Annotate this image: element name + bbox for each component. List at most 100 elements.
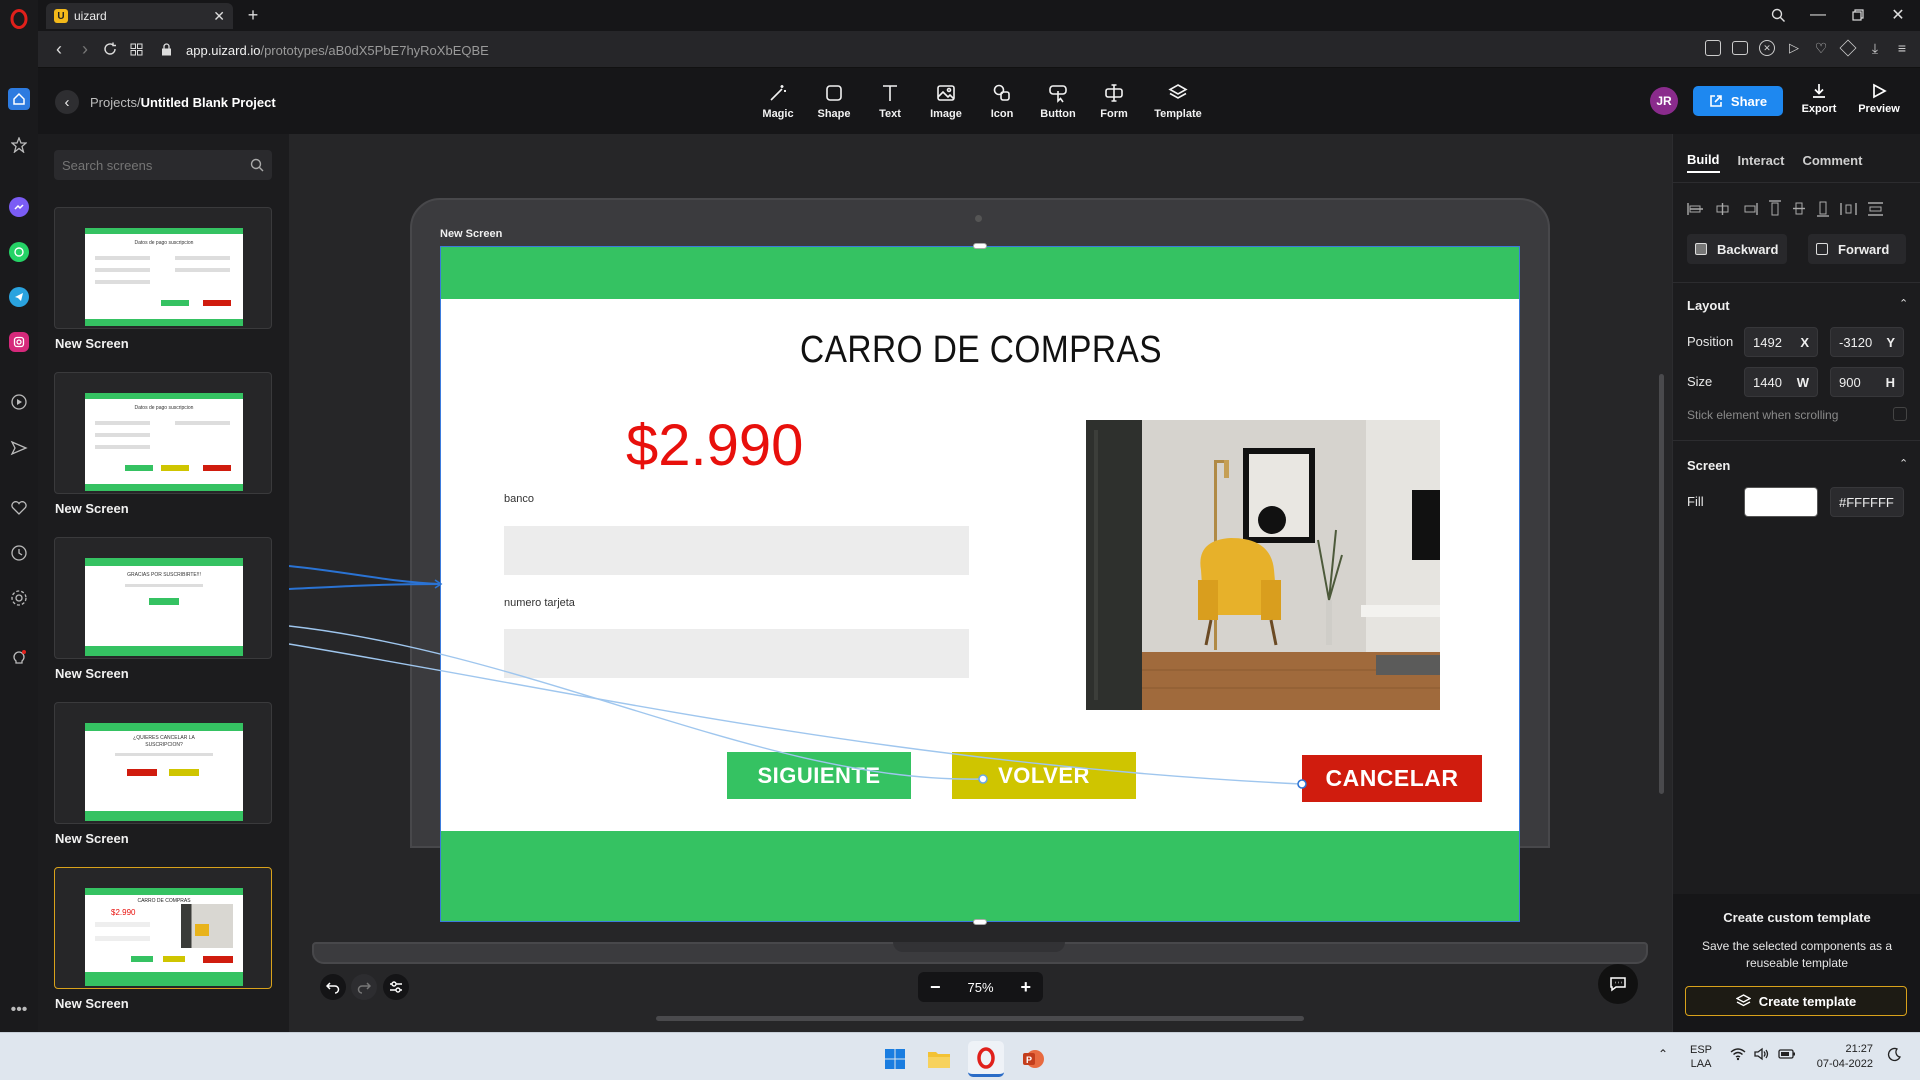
align-center-h-icon[interactable] <box>1714 202 1731 216</box>
opera-logo-icon[interactable] <box>8 8 30 30</box>
vertical-scrollbar[interactable] <box>1659 374 1664 794</box>
align-bottom-icon[interactable] <box>1816 200 1830 217</box>
tab-build[interactable]: Build <box>1687 152 1720 173</box>
bring-forward-button[interactable]: Forward <box>1808 234 1906 264</box>
language-indicator[interactable]: ESP LAA <box>1690 1043 1712 1071</box>
screen-thumbnail[interactable]: Datos de pago suscripcion <box>54 372 272 494</box>
bank-label[interactable]: banco <box>504 493 534 505</box>
share-button[interactable]: Share <box>1693 86 1783 116</box>
collapse-layout-icon[interactable]: ⌃ <box>1899 297 1908 310</box>
powerpoint-icon[interactable]: P <box>1018 1044 1048 1074</box>
opera-taskbar-icon[interactable] <box>968 1041 1004 1077</box>
extensions-cube-icon[interactable] <box>1839 39 1857 57</box>
tool-text[interactable]: Text <box>862 82 918 120</box>
export-button[interactable]: Export <box>1796 82 1842 115</box>
tray-chevron-icon[interactable]: ⌃ <box>1658 1047 1668 1061</box>
system-tray[interactable] <box>1730 1047 1796 1061</box>
zoom-in-icon[interactable]: + <box>1020 977 1031 998</box>
file-explorer-icon[interactable] <box>924 1044 954 1074</box>
frame-label[interactable]: New Screen <box>440 228 502 240</box>
screen-title[interactable]: CARRO DE COMPRAS <box>506 329 1456 372</box>
collapse-screen-icon[interactable]: ⌃ <box>1899 457 1908 470</box>
distribute-v-icon[interactable] <box>1867 201 1884 216</box>
minimize-icon[interactable]: — <box>1808 5 1828 25</box>
distribute-h-icon[interactable] <box>1840 202 1857 216</box>
project-name[interactable]: Untitled Blank Project <box>141 95 276 110</box>
history-icon[interactable] <box>9 543 29 563</box>
tool-template[interactable]: Template <box>1142 82 1214 120</box>
send-backward-button[interactable]: Backward <box>1687 234 1787 264</box>
next-button[interactable]: SIGUIENTE <box>727 752 911 799</box>
cancel-button[interactable]: CANCELAR <box>1302 755 1482 802</box>
tab-interact[interactable]: Interact <box>1738 153 1785 172</box>
back-to-projects-button[interactable]: ‹ <box>55 90 79 114</box>
align-right-icon[interactable] <box>1741 202 1758 216</box>
size-w-field[interactable]: 1440 W <box>1744 367 1818 397</box>
more-icon[interactable]: ••• <box>9 1001 29 1018</box>
settings-icon[interactable] <box>9 588 29 608</box>
screen-artboard[interactable]: CARRO DE COMPRAS $2.990 banco numero tar… <box>440 246 1520 922</box>
position-x-field[interactable]: 1492 X <box>1744 327 1818 357</box>
tabs-grid-icon[interactable] <box>127 40 145 58</box>
zoom-level[interactable]: 75% <box>967 980 993 995</box>
screen-thumbnail[interactable]: Datos de pago suscripcion <box>54 207 272 329</box>
close-tab-icon[interactable]: ✕ <box>213 8 225 25</box>
tab-search-icon[interactable] <box>1768 5 1788 25</box>
speed-dial-icon[interactable] <box>8 134 30 156</box>
card-number-input[interactable] <box>504 629 969 678</box>
reload-icon[interactable] <box>101 40 119 58</box>
heart-icon[interactable] <box>9 498 29 518</box>
bank-input[interactable] <box>504 526 969 575</box>
tool-icon[interactable]: Icon <box>974 82 1030 120</box>
screen-thumbnail[interactable]: ¿QUIERES CANCELAR LA SUSCRIPCION? <box>54 702 272 824</box>
create-template-button[interactable]: Create template <box>1685 986 1907 1016</box>
player-icon[interactable] <box>9 392 29 412</box>
resize-handle-top[interactable] <box>973 243 987 249</box>
tool-shape[interactable]: Shape <box>806 82 862 120</box>
notifications-icon[interactable] <box>1884 1045 1904 1065</box>
browser-tab[interactable]: U uizard ✕ <box>46 3 233 29</box>
tab-comment[interactable]: Comment <box>1802 153 1862 172</box>
footer-bar[interactable] <box>441 831 1519 921</box>
close-window-icon[interactable]: ✕ <box>1888 5 1908 25</box>
align-left-icon[interactable] <box>1687 202 1704 216</box>
price-text[interactable]: $2.990 <box>626 412 803 479</box>
screen-thumbnail[interactable]: GRACIAS POR SUSCRIBIRTE!!! <box>54 537 272 659</box>
back-button[interactable]: VOLVER <box>952 752 1136 799</box>
tool-magic[interactable]: Magic <box>750 82 806 120</box>
horizontal-scrollbar[interactable] <box>656 1016 1304 1021</box>
align-top-icon[interactable] <box>1768 200 1782 217</box>
breadcrumb-projects[interactable]: Projects <box>90 95 137 110</box>
flow-send-icon[interactable]: ▷ <box>1786 40 1802 56</box>
screen-thumbnail-selected[interactable]: CARRO DE COMPRAS $2.990 <box>54 867 272 989</box>
windows-start-icon[interactable] <box>880 1044 910 1074</box>
zoom-out-icon[interactable]: − <box>930 977 941 998</box>
undo-button[interactable] <box>320 974 346 1000</box>
snapshot-edit-icon[interactable] <box>1705 40 1721 56</box>
align-center-v-icon[interactable] <box>1792 200 1806 217</box>
fill-hex-field[interactable]: #FFFFFF <box>1830 487 1904 517</box>
preview-button[interactable]: Preview <box>1852 82 1906 115</box>
download-icon[interactable]: ⤓ <box>1867 40 1883 56</box>
back-icon[interactable]: ‹ <box>50 39 68 59</box>
search-input[interactable] <box>62 157 242 173</box>
position-y-field[interactable]: -3120 Y <box>1830 327 1904 357</box>
whatsapp-icon[interactable] <box>9 242 29 262</box>
easy-setup-icon[interactable]: ≡ <box>1894 40 1910 56</box>
header-bar[interactable] <box>441 247 1519 299</box>
stick-element-checkbox[interactable] <box>1893 407 1907 421</box>
bookmark-heart-icon[interactable]: ♡ <box>1813 40 1829 56</box>
clock[interactable]: 21:27 07-04-2022 <box>1805 1042 1873 1072</box>
home-icon[interactable] <box>8 88 30 110</box>
chat-support-button[interactable] <box>1598 964 1638 1004</box>
lightbulb-icon[interactable] <box>9 648 29 668</box>
resize-handle-bottom[interactable] <box>973 919 987 925</box>
size-h-field[interactable]: 900 H <box>1830 367 1904 397</box>
adblock-icon[interactable]: ✕ <box>1759 40 1775 56</box>
forward-icon[interactable]: › <box>76 39 94 59</box>
card-number-label[interactable]: numero tarjeta <box>504 597 575 609</box>
design-canvas[interactable]: New Screen CARRO DE COMPRAS $2.990 banco… <box>289 134 1672 1032</box>
avatar[interactable]: JR <box>1650 87 1678 115</box>
camera-icon[interactable] <box>1732 41 1748 55</box>
send-icon[interactable] <box>9 438 29 458</box>
